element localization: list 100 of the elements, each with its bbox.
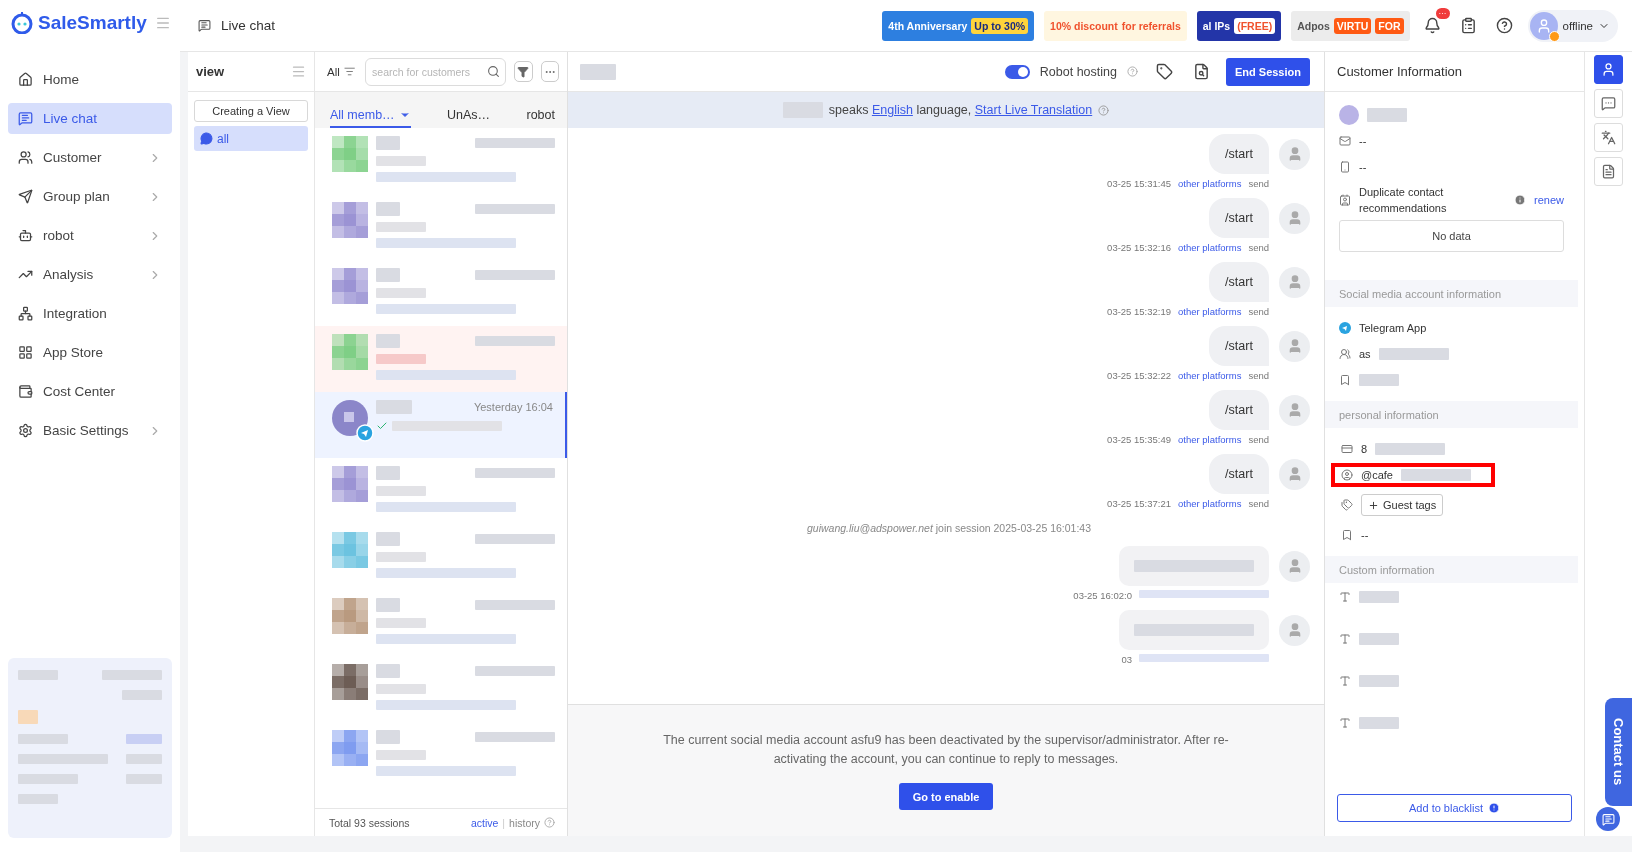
redacted-text [1378, 348, 1449, 360]
logo-icon [10, 12, 34, 34]
telegram-icon [356, 424, 374, 442]
nav-item[interactable]: Integration [8, 298, 172, 329]
enable-button[interactable]: Go to enable [898, 783, 994, 810]
redacted-text [376, 202, 400, 216]
history-link[interactable]: history [509, 816, 540, 829]
chat-bubble-icon [200, 132, 213, 145]
search-icon[interactable] [1192, 63, 1210, 80]
tab[interactable]: robot [526, 108, 555, 128]
message-status: send [1248, 242, 1269, 253]
renew-link[interactable]: renew [1534, 194, 1564, 206]
text-icon [1339, 633, 1351, 645]
section-title: Social media account information [1325, 280, 1578, 307]
promo-banner[interactable]: 4th Anniversary Up to 30% [882, 10, 1035, 41]
help-icon [544, 817, 555, 828]
nav-item[interactable]: Analysis [8, 259, 172, 290]
redacted-avatar [332, 334, 368, 370]
message-time: 03-25 15:35:49 [1107, 434, 1171, 445]
card-icon [1341, 443, 1353, 455]
message-bubble: /start [1209, 262, 1269, 302]
tag-icon[interactable] [1155, 63, 1173, 80]
message-bubble: /start [1209, 326, 1269, 366]
redacted-avatar [332, 664, 368, 700]
create-view-button[interactable]: Creating a View [194, 100, 308, 122]
separator: | [502, 816, 506, 829]
chat-icon [1601, 96, 1616, 111]
empty-state: No data [1339, 220, 1564, 252]
redacted-text [1400, 469, 1471, 481]
search-icon[interactable] [487, 64, 501, 78]
user-tab[interactable] [1594, 55, 1623, 84]
nav-item[interactable]: Group plan [8, 181, 172, 212]
translate-tab[interactable] [1594, 123, 1623, 152]
nav-item[interactable]: Home [8, 64, 172, 95]
nav-item[interactable]: Live chat [8, 103, 172, 134]
nav-item[interactable]: App Store [8, 337, 172, 368]
robot-icon [18, 228, 33, 243]
users-icon [1339, 348, 1351, 360]
platform-label: other platforms [1178, 370, 1242, 381]
text-icon [1339, 675, 1351, 687]
redacted-text [1359, 633, 1399, 645]
avatar-icon [1279, 394, 1310, 426]
network-icon [18, 306, 33, 321]
view-item[interactable]: all [194, 126, 308, 151]
contact-button[interactable]: Contact us [1605, 698, 1632, 806]
promo-banner[interactable]: Adpos VIRTU FOR [1291, 10, 1410, 41]
info-value: @cafe [1361, 469, 1393, 481]
message-time: 03-25 15:32:22 [1107, 370, 1171, 381]
chat-icon [18, 111, 33, 126]
message-bubble: /start [1209, 454, 1269, 494]
active-link[interactable]: active [470, 816, 499, 829]
robot-hosting-toggle[interactable] [1004, 64, 1030, 79]
status-menu[interactable]: offline [1527, 9, 1618, 42]
panel-title: Customer Information [1325, 52, 1584, 92]
redacted-text [376, 664, 400, 678]
platform-label: other platforms [1178, 498, 1242, 509]
chat-bubble-icon [1596, 807, 1620, 831]
bell-icon [1424, 17, 1441, 34]
language-link[interactable]: English [871, 103, 913, 117]
notes-tab[interactable] [1594, 157, 1623, 186]
help-icon [1496, 17, 1513, 34]
blacklist-button[interactable]: Add to blacklist [1337, 794, 1572, 822]
redacted-text [376, 400, 412, 414]
chat-tab[interactable] [1594, 89, 1623, 118]
tab[interactable]: UnAs… [447, 108, 491, 128]
redacted-text [1359, 591, 1399, 603]
message-time: 03-25 15:37:21 [1107, 498, 1171, 509]
message-time: 03 [1121, 654, 1132, 665]
filter-label[interactable]: All [327, 65, 340, 78]
filter-icon [517, 65, 530, 78]
nav-item[interactable]: Basic Settings [8, 415, 172, 446]
filter-button[interactable] [514, 61, 533, 82]
brand-name: SaleSmartly [38, 12, 147, 34]
users-icon [18, 150, 33, 165]
message-status: send [1248, 434, 1269, 445]
guest-tags-button[interactable]: Guest tags [1361, 494, 1444, 516]
translation-link[interactable]: Start Live Translation [974, 103, 1093, 117]
avatar-icon [1279, 458, 1310, 490]
avatar-icon [1279, 550, 1310, 582]
info-icon [1514, 194, 1527, 206]
nav-item[interactable]: Customer [8, 142, 172, 173]
page-title: Live chat [221, 18, 276, 33]
end-session-button[interactable]: End Session [1225, 57, 1310, 86]
sort-icon[interactable] [343, 65, 356, 78]
nav-item[interactable]: Cost Center [8, 376, 172, 407]
redacted-text [376, 486, 426, 496]
avatar-icon [1279, 330, 1310, 362]
redacted-text [376, 552, 426, 562]
search-field[interactable]: search for customers [365, 57, 507, 86]
platform-label: other platforms [1178, 178, 1242, 189]
paper-plane-icon [18, 189, 33, 204]
redacted-text [376, 222, 426, 232]
redacted-avatar [332, 532, 368, 568]
nav-item[interactable]: robot [8, 220, 172, 251]
avatar-icon [1279, 614, 1310, 646]
phone-icon [1339, 161, 1351, 173]
promo-banner[interactable]: al IPs (FREE) [1196, 10, 1282, 41]
redacted-avatar [332, 136, 368, 172]
translate-icon [1601, 130, 1616, 145]
info-value: as [1359, 348, 1371, 360]
